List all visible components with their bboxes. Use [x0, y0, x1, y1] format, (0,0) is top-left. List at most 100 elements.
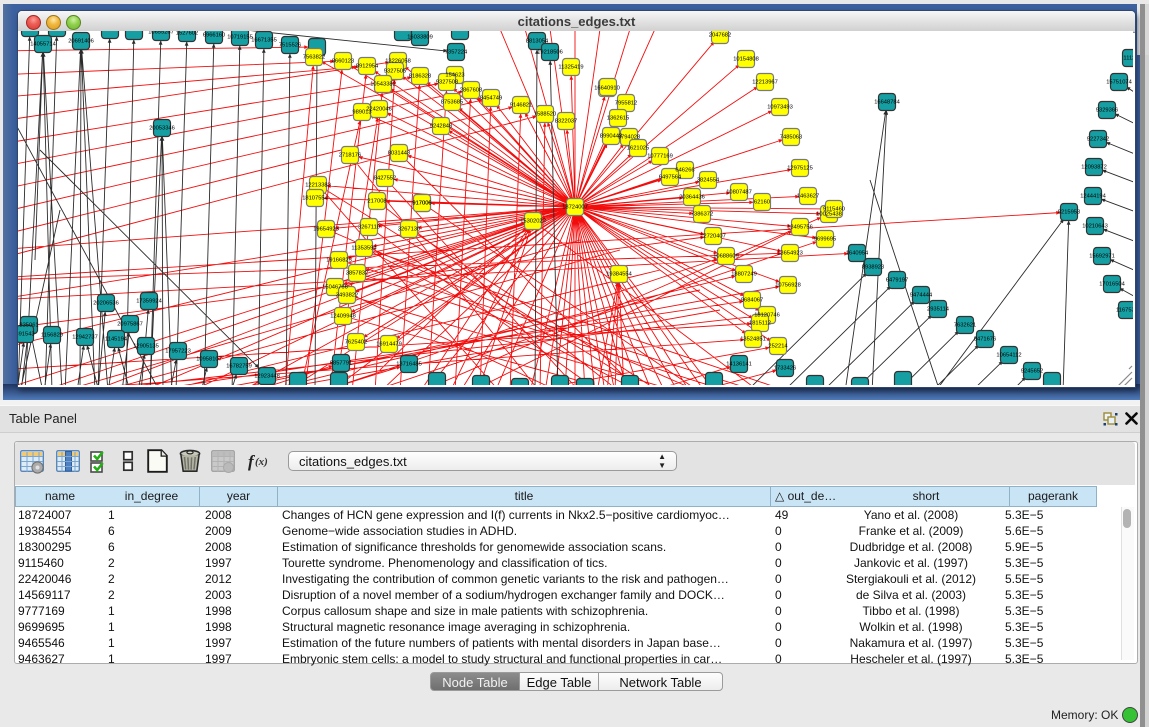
svg-text:16914479: 16914479	[376, 342, 402, 348]
svg-text:7485063: 7485063	[780, 135, 802, 141]
svg-text:8031443: 8031443	[388, 151, 410, 157]
svg-text:12093872: 12093872	[1081, 165, 1107, 171]
svg-text:1167531: 1167531	[1116, 308, 1133, 314]
svg-text:20691406: 20691406	[68, 39, 94, 45]
svg-text:2718176: 2718176	[339, 153, 361, 159]
svg-text:3857832: 3857832	[346, 271, 368, 277]
svg-text:2867608: 2867608	[460, 88, 482, 94]
svg-text:18120746: 18120746	[754, 313, 780, 319]
svg-text:391543: 391543	[18, 332, 35, 338]
svg-text:16782759: 16782759	[226, 364, 252, 370]
svg-text:19654923: 19654923	[313, 227, 339, 233]
svg-text:3267110: 3267110	[358, 225, 380, 231]
svg-text:3267130: 3267130	[398, 227, 420, 233]
svg-text:3824554: 3824554	[697, 178, 720, 184]
svg-text:252214: 252214	[768, 344, 788, 350]
svg-text:9242848: 9242848	[430, 124, 452, 130]
svg-text:12975125: 12975125	[787, 166, 813, 172]
svg-text:20975867: 20975867	[117, 322, 143, 328]
svg-text:18807249: 18807249	[731, 272, 757, 278]
svg-text:8938923: 8938923	[862, 265, 884, 271]
svg-text:10777169: 10777169	[647, 154, 673, 160]
svg-text:9227342: 9227342	[1087, 137, 1109, 143]
svg-text:1527602: 1527602	[176, 31, 198, 37]
svg-text:10973493: 10973493	[767, 105, 793, 111]
svg-text:8186328: 8186328	[409, 74, 431, 80]
svg-text:9146821: 9146821	[510, 103, 532, 109]
svg-text:1621025: 1621025	[627, 146, 649, 152]
svg-text:16033809: 16033809	[407, 35, 433, 41]
svg-text:13226058: 13226058	[385, 59, 411, 65]
svg-text:835061: 835061	[19, 323, 38, 329]
svg-text:1145194: 1145194	[105, 337, 128, 343]
svg-text:10654112: 10654112	[996, 353, 1021, 359]
svg-text:15046766: 15046766	[322, 285, 348, 291]
svg-text:9684067: 9684067	[741, 298, 763, 304]
svg-text:8912954: 8912954	[356, 64, 379, 70]
svg-text:12409948: 12409948	[330, 314, 356, 320]
svg-text:13524851: 13524851	[740, 337, 766, 343]
svg-text:12923448: 12923448	[254, 374, 280, 380]
svg-text:2047682: 2047682	[709, 33, 731, 39]
svg-text:7357224: 7357224	[445, 50, 468, 56]
svg-text:10154808: 10154808	[733, 57, 759, 63]
svg-text:22420046: 22420046	[366, 107, 392, 113]
svg-text:10655267: 10655267	[148, 31, 174, 36]
svg-text:2935114: 2935114	[927, 307, 950, 313]
svg-text:3493822: 3493822	[336, 293, 358, 299]
svg-text:7632621: 7632621	[954, 323, 976, 329]
svg-text:9327505: 9327505	[384, 69, 406, 75]
svg-text:1588520: 1588520	[534, 112, 556, 118]
svg-text:10719155: 10719155	[227, 35, 253, 41]
svg-text:9329366: 9329366	[1096, 108, 1118, 114]
svg-text:8753685: 8753685	[441, 100, 463, 106]
svg-text:8660123: 8660123	[332, 59, 354, 65]
svg-text:17359924: 17359924	[136, 299, 162, 305]
svg-text:12905135: 12905135	[133, 344, 159, 350]
svg-text:19218506: 19218506	[537, 50, 563, 56]
svg-text:8454749: 8454749	[480, 96, 502, 102]
svg-text:17016504: 17016504	[1099, 282, 1125, 288]
svg-text:14055714: 14055714	[30, 42, 56, 48]
svg-text:18724007: 18724007	[562, 205, 588, 211]
svg-text:10756928: 10756928	[775, 283, 801, 289]
svg-text:646266: 646266	[675, 168, 694, 174]
svg-text:12942737: 12942737	[72, 335, 98, 341]
svg-text:11325419: 11325419	[558, 65, 583, 71]
svg-text:13716485: 13716485	[396, 362, 422, 368]
svg-text:20364436: 20364436	[679, 195, 705, 201]
svg-text:19384554: 19384554	[606, 272, 632, 278]
svg-text:8427552: 8427552	[374, 176, 396, 182]
svg-text:1640954: 1640954	[846, 251, 869, 257]
svg-text:(x): (x)	[255, 456, 268, 468]
svg-text:8215953: 8215953	[1058, 210, 1080, 216]
svg-text:10210643: 10210643	[1082, 224, 1108, 230]
svg-text:217008: 217008	[367, 199, 386, 205]
svg-text:62160: 62160	[754, 200, 770, 206]
svg-text:7625402: 7625402	[345, 340, 367, 346]
svg-text:8322037: 8322037	[555, 119, 577, 125]
svg-text:10958107: 10958107	[196, 357, 222, 363]
svg-text:15751074: 15751074	[1106, 80, 1132, 86]
svg-text:13495756: 13495756	[787, 225, 813, 231]
svg-text:9857791: 9857791	[330, 361, 352, 367]
svg-text:7386372: 7386372	[691, 212, 713, 218]
svg-text:11123: 11123	[1123, 56, 1133, 62]
svg-text:9699695: 9699695	[814, 237, 836, 243]
svg-text:19166825: 19166825	[326, 258, 352, 264]
svg-text:15692971: 15692971	[1089, 254, 1115, 260]
svg-text:7955812: 7955812	[615, 101, 637, 107]
svg-text:10807487: 10807487	[726, 190, 752, 196]
svg-text:9245652: 9245652	[1021, 369, 1043, 375]
svg-text:16671355: 16671355	[251, 38, 277, 44]
svg-text:7515526: 7515526	[279, 43, 301, 49]
svg-text:1733426: 1733426	[774, 366, 796, 372]
svg-text:9115460: 9115460	[823, 207, 845, 213]
svg-text:12720407: 12720407	[700, 234, 726, 240]
svg-text:1156829: 1156829	[41, 333, 63, 339]
svg-text:14136141: 14136141	[726, 362, 752, 368]
svg-text:1362615: 1362615	[607, 116, 629, 122]
svg-text:9474444: 9474444	[910, 293, 933, 299]
svg-text:1815112: 1815112	[749, 321, 771, 327]
svg-text:12213383: 12213383	[305, 183, 331, 189]
